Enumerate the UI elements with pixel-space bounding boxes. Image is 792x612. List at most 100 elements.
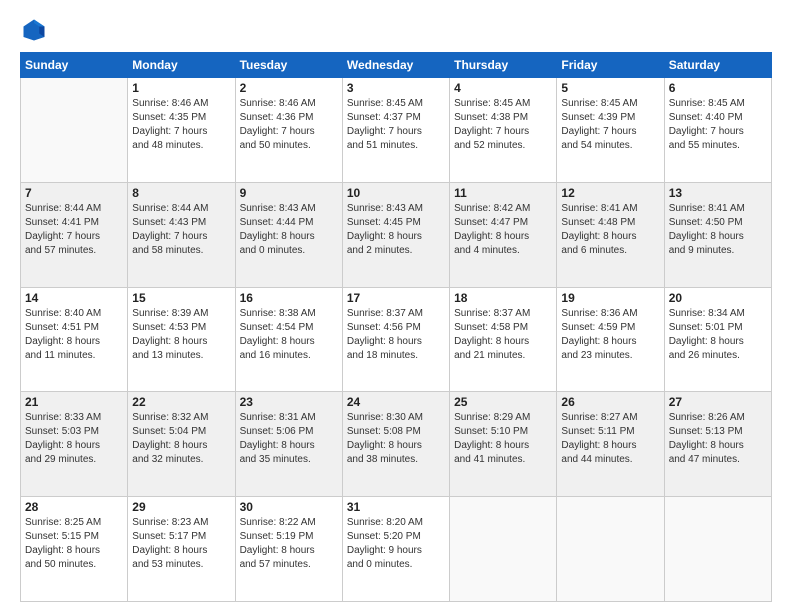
calendar-cell: 20 Sunrise: 8:34 AM Sunset: 5:01 PM Dayli…: [664, 287, 771, 392]
calendar-cell: 27 Sunrise: 8:26 AM Sunset: 5:13 PM Dayli…: [664, 392, 771, 497]
day-number: 25: [454, 395, 552, 409]
weekday-monday: Monday: [128, 53, 235, 78]
day-info: Sunrise: 8:46 AM Sunset: 4:36 PM Dayligh…: [240, 97, 338, 153]
calendar-cell: 14 Sunrise: 8:40 AM Sunset: 4:51 PM Dayli…: [21, 287, 128, 392]
calendar-cell: 23 Sunrise: 8:31 AM Sunset: 5:06 PM Dayli…: [235, 392, 342, 497]
day-info: Sunrise: 8:43 AM Sunset: 4:45 PM Dayligh…: [347, 202, 445, 258]
calendar-cell: 7 Sunrise: 8:44 AM Sunset: 4:41 PM Daylig…: [21, 182, 128, 287]
calendar-cell: 12 Sunrise: 8:41 AM Sunset: 4:48 PM Dayli…: [557, 182, 664, 287]
day-info: Sunrise: 8:25 AM Sunset: 5:15 PM Dayligh…: [25, 516, 123, 572]
calendar-cell: 16Sunrise: 8:38 AM Sunset: 4:54 PM Dayli…: [235, 287, 342, 392]
day-number: 29: [132, 500, 230, 514]
header: [20, 16, 772, 44]
weekday-friday: Friday: [557, 53, 664, 78]
weekday-wednesday: Wednesday: [342, 53, 449, 78]
day-info: Sunrise: 8:22 AM Sunset: 5:19 PM Dayligh…: [240, 516, 338, 572]
calendar-cell: 1 Sunrise: 8:46 AM Sunset: 4:35 PM Daylig…: [128, 78, 235, 183]
logo: [20, 16, 52, 44]
day-number: 18: [454, 291, 552, 305]
weekday-saturday: Saturday: [664, 53, 771, 78]
calendar-cell: 24 Sunrise: 8:30 AM Sunset: 5:08 PM Dayli…: [342, 392, 449, 497]
calendar-cell: [557, 497, 664, 602]
weekday-header-row: SundayMondayTuesdayWednesdayThursdayFrid…: [21, 53, 772, 78]
day-number: 12: [561, 186, 659, 200]
day-info: Sunrise: 8:31 AM Sunset: 5:06 PM Dayligh…: [240, 411, 338, 467]
calendar-cell: 18 Sunrise: 8:37 AM Sunset: 4:58 PM Dayli…: [450, 287, 557, 392]
day-number: 21: [25, 395, 123, 409]
calendar-cell: 2Sunrise: 8:46 AM Sunset: 4:36 PM Daylig…: [235, 78, 342, 183]
calendar-cell: 6Sunrise: 8:45 AM Sunset: 4:40 PM Daylig…: [664, 78, 771, 183]
day-info: Sunrise: 8:45 AM Sunset: 4:40 PM Dayligh…: [669, 97, 767, 153]
day-number: 26: [561, 395, 659, 409]
day-number: 13: [669, 186, 767, 200]
day-info: Sunrise: 8:41 AM Sunset: 4:50 PM Dayligh…: [669, 202, 767, 258]
calendar-week-row: 1 Sunrise: 8:46 AM Sunset: 4:35 PM Daylig…: [21, 78, 772, 183]
day-info: Sunrise: 8:27 AM Sunset: 5:11 PM Dayligh…: [561, 411, 659, 467]
day-info: Sunrise: 8:41 AM Sunset: 4:48 PM Dayligh…: [561, 202, 659, 258]
day-number: 20: [669, 291, 767, 305]
day-number: 7: [25, 186, 123, 200]
day-number: 14: [25, 291, 123, 305]
day-info: Sunrise: 8:23 AM Sunset: 5:17 PM Dayligh…: [132, 516, 230, 572]
calendar-week-row: 14 Sunrise: 8:40 AM Sunset: 4:51 PM Dayli…: [21, 287, 772, 392]
day-info: Sunrise: 8:36 AM Sunset: 4:59 PM Dayligh…: [561, 307, 659, 363]
day-number: 5: [561, 81, 659, 95]
day-number: 17: [347, 291, 445, 305]
calendar-cell: 22 Sunrise: 8:32 AM Sunset: 5:04 PM Dayli…: [128, 392, 235, 497]
calendar-cell: [664, 497, 771, 602]
weekday-tuesday: Tuesday: [235, 53, 342, 78]
day-info: Sunrise: 8:43 AM Sunset: 4:44 PM Dayligh…: [240, 202, 338, 258]
day-number: 24: [347, 395, 445, 409]
calendar-cell: 5 Sunrise: 8:45 AM Sunset: 4:39 PM Daylig…: [557, 78, 664, 183]
calendar-cell: 10 Sunrise: 8:43 AM Sunset: 4:45 PM Dayli…: [342, 182, 449, 287]
calendar-cell: 9 Sunrise: 8:43 AM Sunset: 4:44 PM Daylig…: [235, 182, 342, 287]
calendar-cell: 29 Sunrise: 8:23 AM Sunset: 5:17 PM Dayli…: [128, 497, 235, 602]
day-info: Sunrise: 8:38 AM Sunset: 4:54 PM Dayligh…: [240, 307, 338, 363]
day-number: 27: [669, 395, 767, 409]
day-number: 1: [132, 81, 230, 95]
day-number: 15: [132, 291, 230, 305]
calendar-cell: 11 Sunrise: 8:42 AM Sunset: 4:47 PM Dayli…: [450, 182, 557, 287]
day-info: Sunrise: 8:37 AM Sunset: 4:58 PM Dayligh…: [454, 307, 552, 363]
day-info: Sunrise: 8:39 AM Sunset: 4:53 PM Dayligh…: [132, 307, 230, 363]
day-info: Sunrise: 8:37 AM Sunset: 4:56 PM Dayligh…: [347, 307, 445, 363]
calendar-cell: 4 Sunrise: 8:45 AM Sunset: 4:38 PM Daylig…: [450, 78, 557, 183]
day-number: 19: [561, 291, 659, 305]
day-number: 4: [454, 81, 552, 95]
day-number: 22: [132, 395, 230, 409]
day-info: Sunrise: 8:32 AM Sunset: 5:04 PM Dayligh…: [132, 411, 230, 467]
calendar-cell: 13 Sunrise: 8:41 AM Sunset: 4:50 PM Dayli…: [664, 182, 771, 287]
day-info: Sunrise: 8:26 AM Sunset: 5:13 PM Dayligh…: [669, 411, 767, 467]
calendar-cell: 3 Sunrise: 8:45 AM Sunset: 4:37 PM Daylig…: [342, 78, 449, 183]
day-number: 9: [240, 186, 338, 200]
weekday-sunday: Sunday: [21, 53, 128, 78]
day-info: Sunrise: 8:45 AM Sunset: 4:38 PM Dayligh…: [454, 97, 552, 153]
day-info: Sunrise: 8:42 AM Sunset: 4:47 PM Dayligh…: [454, 202, 552, 258]
calendar-cell: 28 Sunrise: 8:25 AM Sunset: 5:15 PM Dayli…: [21, 497, 128, 602]
calendar-table: SundayMondayTuesdayWednesdayThursdayFrid…: [20, 52, 772, 602]
day-info: Sunrise: 8:45 AM Sunset: 4:39 PM Dayligh…: [561, 97, 659, 153]
day-info: Sunrise: 8:34 AM Sunset: 5:01 PM Dayligh…: [669, 307, 767, 363]
day-info: Sunrise: 8:46 AM Sunset: 4:35 PM Dayligh…: [132, 97, 230, 153]
day-info: Sunrise: 8:44 AM Sunset: 4:43 PM Dayligh…: [132, 202, 230, 258]
calendar-cell: 21Sunrise: 8:33 AM Sunset: 5:03 PM Dayli…: [21, 392, 128, 497]
day-info: Sunrise: 8:45 AM Sunset: 4:37 PM Dayligh…: [347, 97, 445, 153]
calendar-cell: 25Sunrise: 8:29 AM Sunset: 5:10 PM Dayli…: [450, 392, 557, 497]
day-number: 10: [347, 186, 445, 200]
calendar-cell: 17 Sunrise: 8:37 AM Sunset: 4:56 PM Dayli…: [342, 287, 449, 392]
day-info: Sunrise: 8:20 AM Sunset: 5:20 PM Dayligh…: [347, 516, 445, 572]
day-number: 11: [454, 186, 552, 200]
calendar-cell: 19 Sunrise: 8:36 AM Sunset: 4:59 PM Dayli…: [557, 287, 664, 392]
day-number: 31: [347, 500, 445, 514]
calendar-week-row: 28 Sunrise: 8:25 AM Sunset: 5:15 PM Dayli…: [21, 497, 772, 602]
day-number: 23: [240, 395, 338, 409]
day-number: 30: [240, 500, 338, 514]
day-number: 3: [347, 81, 445, 95]
day-info: Sunrise: 8:30 AM Sunset: 5:08 PM Dayligh…: [347, 411, 445, 467]
calendar-week-row: 7 Sunrise: 8:44 AM Sunset: 4:41 PM Daylig…: [21, 182, 772, 287]
calendar-cell: [21, 78, 128, 183]
day-info: Sunrise: 8:44 AM Sunset: 4:41 PM Dayligh…: [25, 202, 123, 258]
day-info: Sunrise: 8:40 AM Sunset: 4:51 PM Dayligh…: [25, 307, 123, 363]
calendar-cell: 31 Sunrise: 8:20 AM Sunset: 5:20 PM Dayli…: [342, 497, 449, 602]
day-number: 28: [25, 500, 123, 514]
